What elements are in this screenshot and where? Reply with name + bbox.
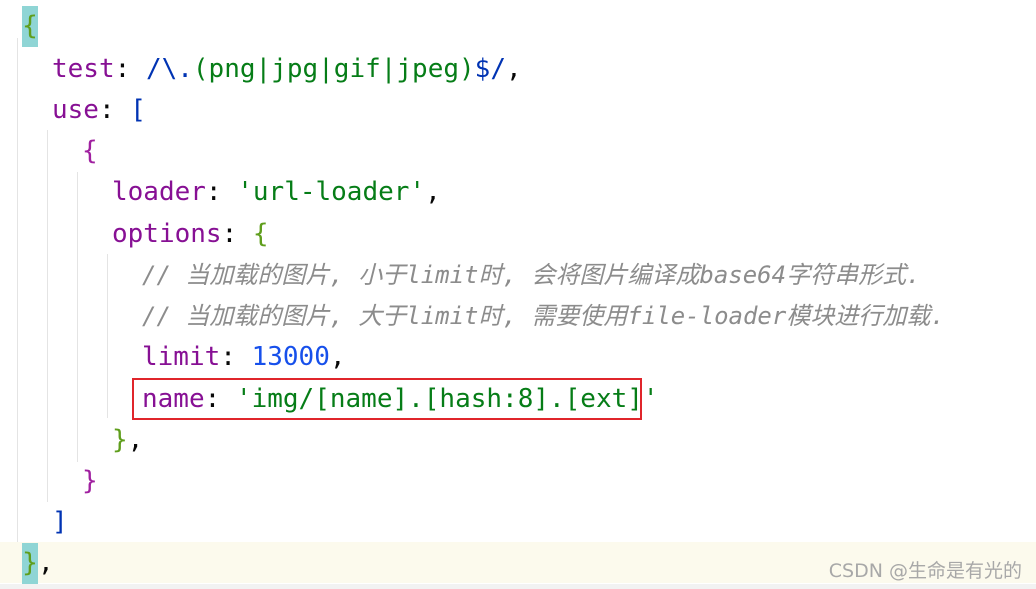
comma: , [38, 548, 54, 578]
property-key: use [52, 95, 99, 125]
colon: : [221, 219, 238, 249]
close-brace: } [82, 466, 98, 496]
colon: : [205, 177, 222, 207]
property-key: options [112, 219, 222, 249]
open-brace: { [252, 219, 269, 249]
highlight-box [132, 378, 642, 420]
comma: , [425, 177, 441, 207]
open-bracket: [ [130, 95, 146, 125]
colon: : [114, 54, 131, 84]
code-line[interactable]: options: { [0, 214, 269, 255]
code-line[interactable]: } [0, 461, 98, 502]
number-value: 13000 [251, 342, 330, 372]
code-comment: // 当加载的图片, 大于limit时, 需要使用file-loader模块进行… [142, 302, 945, 330]
open-brace: { [22, 6, 38, 47]
comma: , [329, 342, 346, 372]
close-brace: } [22, 543, 38, 584]
code-line[interactable]: name: 'img/[name].[hash:8].[ext]' [0, 379, 659, 420]
code-editor[interactable]: { test: /\.(png|jpg|gif|jpeg)$/, use: [ … [0, 0, 1036, 589]
code-line[interactable]: { [0, 6, 63, 47]
code-line[interactable]: loader: 'url-loader', [0, 172, 441, 213]
colon: : [98, 95, 115, 125]
open-brace: { [82, 136, 98, 166]
property-key: loader [112, 177, 206, 207]
string-value: 'url-loader' [237, 177, 426, 207]
indent-guide [77, 172, 78, 462]
code-line[interactable]: // 当加载的图片, 大于limit时, 需要使用file-loader模块进行… [0, 296, 945, 337]
regex-prefix: /\. [145, 54, 193, 84]
indent-guide [107, 254, 108, 418]
close-bracket: ] [52, 507, 68, 537]
watermark: CSDN @生命是有光的 [828, 560, 1022, 582]
code-line[interactable]: { [0, 131, 98, 172]
code-line[interactable]: // 当加载的图片, 小于limit时, 会将图片编译成base64字符串形式. [0, 255, 921, 296]
property-key: test [52, 54, 115, 84]
comma: , [505, 54, 522, 84]
close-brace: } [112, 425, 128, 455]
bottom-border [0, 584, 1036, 589]
code-line[interactable]: ] [0, 502, 68, 543]
code-line[interactable]: }, [0, 543, 63, 584]
comma: , [127, 425, 144, 455]
code-line[interactable]: test: /\.(png|jpg|gif|jpeg)$/, [0, 49, 522, 90]
property-key: limit [142, 342, 221, 372]
code-line[interactable]: limit: 13000, [0, 337, 346, 378]
colon: : [220, 342, 236, 372]
regex-suffix: $/ [474, 54, 506, 84]
code-comment: // 当加载的图片, 小于limit时, 会将图片编译成base64字符串形式. [142, 261, 921, 289]
regex-group: (png|jpg|gif|jpeg) [192, 54, 475, 84]
code-line[interactable]: }, [0, 420, 143, 461]
code-line[interactable]: use: [ [0, 90, 146, 131]
